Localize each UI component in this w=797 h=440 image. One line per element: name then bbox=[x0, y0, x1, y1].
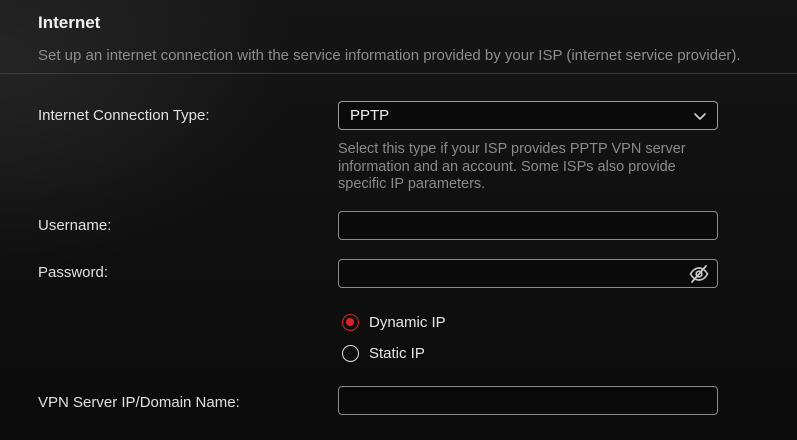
radio-dynamic-ip-circle[interactable] bbox=[342, 313, 359, 331]
chevron-down-icon bbox=[692, 108, 708, 124]
vpn-server-input[interactable] bbox=[339, 387, 717, 414]
section-description: Set up an internet connection with the s… bbox=[38, 47, 741, 64]
eye-slash-icon[interactable] bbox=[688, 263, 710, 285]
connection-type-hint: Select this type if your ISP provides PP… bbox=[338, 141, 686, 192]
password-label: Password: bbox=[38, 264, 109, 281]
vpn-server-field-wrapper bbox=[338, 386, 718, 415]
radio-static-ip-circle[interactable] bbox=[342, 344, 359, 362]
connection-type-label: Internet Connection Type: bbox=[38, 107, 210, 124]
password-input[interactable] bbox=[339, 260, 717, 287]
section-title: Internet bbox=[38, 13, 101, 32]
radio-dynamic-ip[interactable]: Dynamic IP bbox=[342, 312, 446, 332]
radio-dynamic-ip-label: Dynamic IP bbox=[369, 313, 446, 331]
radio-static-ip-label: Static IP bbox=[369, 344, 425, 362]
section-divider bbox=[0, 73, 797, 74]
connection-type-select[interactable]: PPTP bbox=[338, 101, 718, 130]
password-field-wrapper bbox=[338, 259, 718, 288]
username-field-wrapper bbox=[338, 211, 718, 240]
radio-static-ip[interactable]: Static IP bbox=[342, 343, 425, 363]
internet-settings-page: Internet Set up an internet connection w… bbox=[0, 0, 797, 440]
vpn-server-label: VPN Server IP/Domain Name: bbox=[38, 394, 240, 411]
username-label: Username: bbox=[38, 217, 112, 234]
username-input[interactable] bbox=[339, 212, 717, 239]
connection-type-value: PPTP bbox=[350, 107, 390, 124]
